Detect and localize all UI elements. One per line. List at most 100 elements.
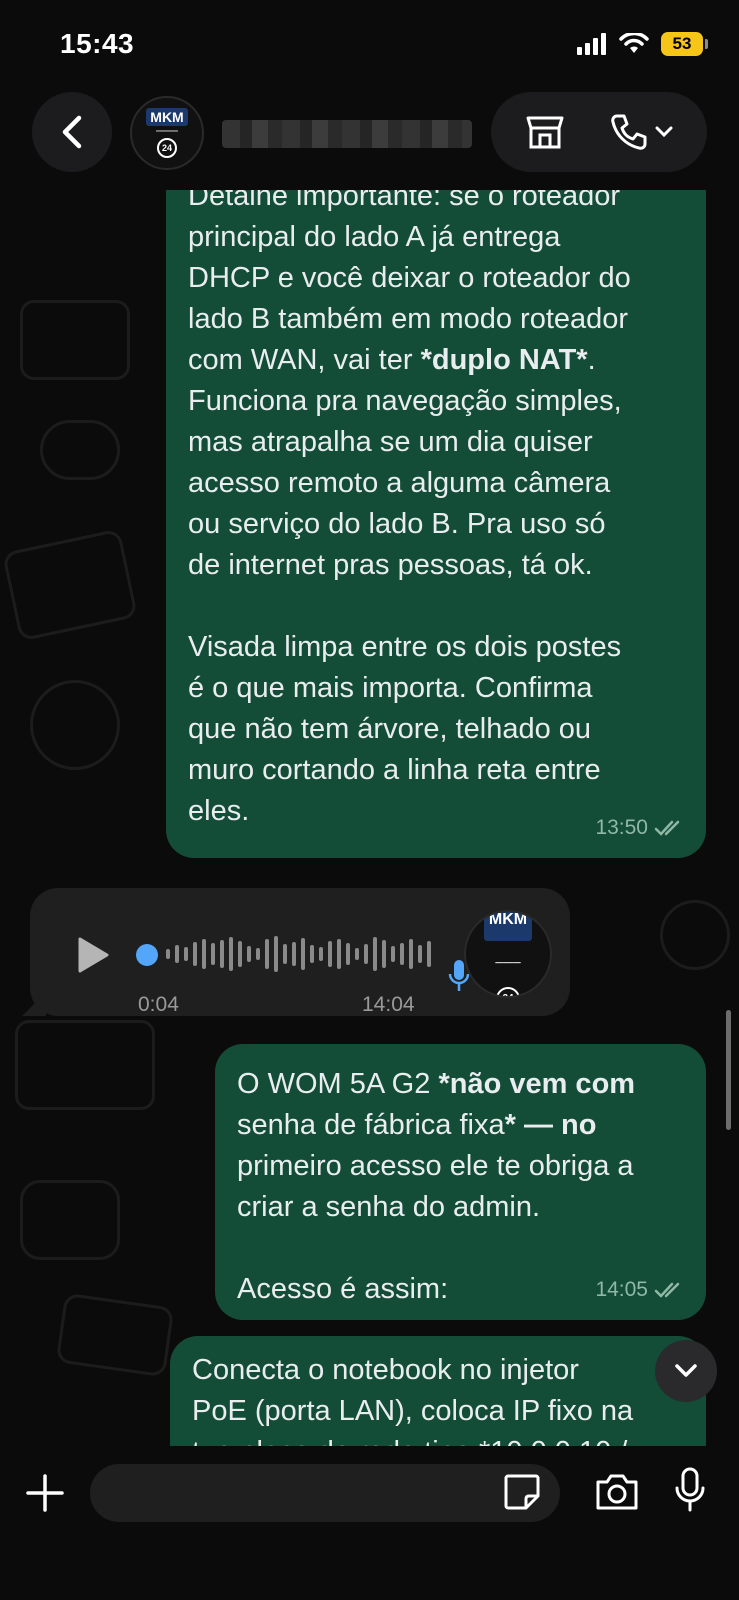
message-text-line: senha de fábrica fixa* — no <box>237 1105 684 1146</box>
sticker-icon <box>504 1474 540 1510</box>
contact-avatar[interactable]: MKM ━━━━━━ 24 <box>130 96 204 170</box>
avatar-number: 24 <box>496 986 520 996</box>
voice-waveform[interactable] <box>166 934 431 974</box>
waveform-bar <box>184 947 188 961</box>
waveform-bar <box>310 945 314 963</box>
chevron-down-icon <box>655 126 673 138</box>
outgoing-message[interactable]: Detalhe importante: se o roteador princi… <box>166 190 706 858</box>
voice-record-button[interactable] <box>674 1466 706 1519</box>
phone-icon <box>611 114 647 150</box>
message-text-line: ou serviço do lado B. Pra uso só <box>188 508 606 540</box>
message-text-line: O WOM 5A G2 *não vem com <box>237 1064 684 1105</box>
avatar-number: 24 <box>157 138 177 158</box>
message-text-line: tua placa de rede tipo *10.0.0.10 / <box>192 1432 684 1446</box>
bold-text: * — no <box>504 1109 597 1141</box>
camera-icon <box>596 1474 638 1510</box>
bold-text: *duplo NAT* <box>420 344 588 376</box>
waveform-bar <box>382 940 386 968</box>
sender-avatar[interactable]: MKM ━━━━━━ 24 <box>464 910 552 998</box>
attach-button[interactable] <box>22 1470 68 1516</box>
message-text-line: DHCP e você deixar o roteador do <box>188 262 631 294</box>
plus-icon <box>26 1474 64 1512</box>
waveform-bar <box>427 941 431 967</box>
camera-button[interactable] <box>594 1472 640 1517</box>
message-text-line: principal do lado A já entrega <box>188 221 561 253</box>
text-segment: . <box>587 344 596 376</box>
playback-position-dot[interactable] <box>136 944 158 966</box>
waveform-bar <box>220 940 224 968</box>
waveform-bar <box>229 937 233 971</box>
status-bar: 15:43 53 <box>0 0 739 90</box>
waveform-bar <box>355 948 359 960</box>
voice-duration: 0:04 <box>138 993 179 1016</box>
message-meta: 13:50 <box>595 807 684 848</box>
scrollbar[interactable] <box>726 1010 731 1130</box>
message-text-line: Funciona pra navegação simples, <box>188 385 622 417</box>
message-list[interactable]: Detalhe importante: se o roteador princi… <box>0 190 739 1446</box>
text-segment: O WOM 5A G2 <box>237 1068 439 1100</box>
waveform-bar <box>211 943 215 965</box>
text-segment: senha de fábrica fixa <box>237 1109 505 1141</box>
incoming-voice-message[interactable]: 0:04 14:04 MKM ━━━━━━ 24 <box>22 888 570 1016</box>
double-check-icon <box>654 1282 680 1298</box>
waveform-bar <box>193 942 197 966</box>
sticker-button[interactable] <box>502 1472 542 1517</box>
message-text-line: que não tem árvore, telhado ou <box>188 713 592 745</box>
message-time: 14:04 <box>362 993 415 1016</box>
waveform-bar <box>373 937 377 971</box>
wifi-icon <box>619 33 649 53</box>
status-icons: 53 <box>577 32 708 56</box>
signal-icon <box>577 33 606 55</box>
outgoing-message[interactable]: O WOM 5A G2 *não vem com senha de fábric… <box>215 1044 706 1320</box>
waveform-bar <box>292 942 296 966</box>
message-text-line: mas atrapalha se um dia quiser <box>188 426 593 458</box>
composer-bar <box>0 1446 739 1600</box>
waveform-bar <box>418 945 422 963</box>
waveform-bar <box>301 938 305 970</box>
chevron-down-icon <box>675 1364 697 1377</box>
waveform-bar <box>175 945 179 963</box>
waveform-bar <box>319 947 323 961</box>
waveform-bar <box>364 944 368 964</box>
header-actions <box>491 92 707 172</box>
avatar-logo: MKM <box>483 912 533 941</box>
message-text-line <box>188 586 684 627</box>
waveform-bar <box>337 939 341 969</box>
message-text-line: Conecta o notebook no injetor <box>192 1354 579 1386</box>
message-text-line <box>237 1228 684 1269</box>
outgoing-message[interactable]: Conecta o notebook no injetor PoE (porta… <box>170 1336 706 1446</box>
back-button[interactable] <box>32 92 112 172</box>
chevron-left-icon <box>62 115 82 149</box>
waveform-bar <box>274 936 278 972</box>
message-input[interactable] <box>90 1464 560 1522</box>
play-icon[interactable] <box>76 936 110 974</box>
contact-name-blurred[interactable] <box>222 120 472 148</box>
message-text-line: criar a senha do admin. <box>237 1191 541 1223</box>
avatar-subtext: ━━━━━━ <box>156 129 178 135</box>
avatar-logo: MKM <box>146 108 188 126</box>
message-time: 13:50 <box>595 816 648 839</box>
scroll-to-bottom-button[interactable] <box>655 1340 717 1402</box>
store-icon <box>526 116 564 149</box>
message-time: 14:05 <box>595 1278 648 1301</box>
waveform-bar <box>238 941 242 967</box>
battery-indicator: 53 <box>661 32 708 56</box>
call-button[interactable] <box>609 112 673 152</box>
waveform-bar <box>265 939 269 969</box>
waveform-bar <box>328 941 332 967</box>
message-text-line: PoE (porta LAN), coloca IP fixo na <box>192 1395 634 1427</box>
message-text-line: com WAN, vai ter *duplo NAT*. <box>188 340 684 381</box>
message-text-line: acesso remoto a alguma câmera <box>188 467 611 499</box>
bubble-tail <box>22 992 46 1016</box>
message-meta: 14:05 <box>595 1269 684 1310</box>
mic-icon <box>675 1467 705 1512</box>
waveform-bar <box>202 939 206 969</box>
store-button[interactable] <box>525 114 565 150</box>
waveform-bar <box>247 946 251 962</box>
waveform-bar <box>283 944 287 964</box>
message-text-line: de internet pras pessoas, tá ok. <box>188 549 593 581</box>
message-text-line: muro cortando a linha reta entre <box>188 754 601 786</box>
message-text-line: Visada limpa entre os dois postes <box>188 631 622 663</box>
waveform-bar <box>409 939 413 969</box>
waveform-bar <box>400 943 404 965</box>
